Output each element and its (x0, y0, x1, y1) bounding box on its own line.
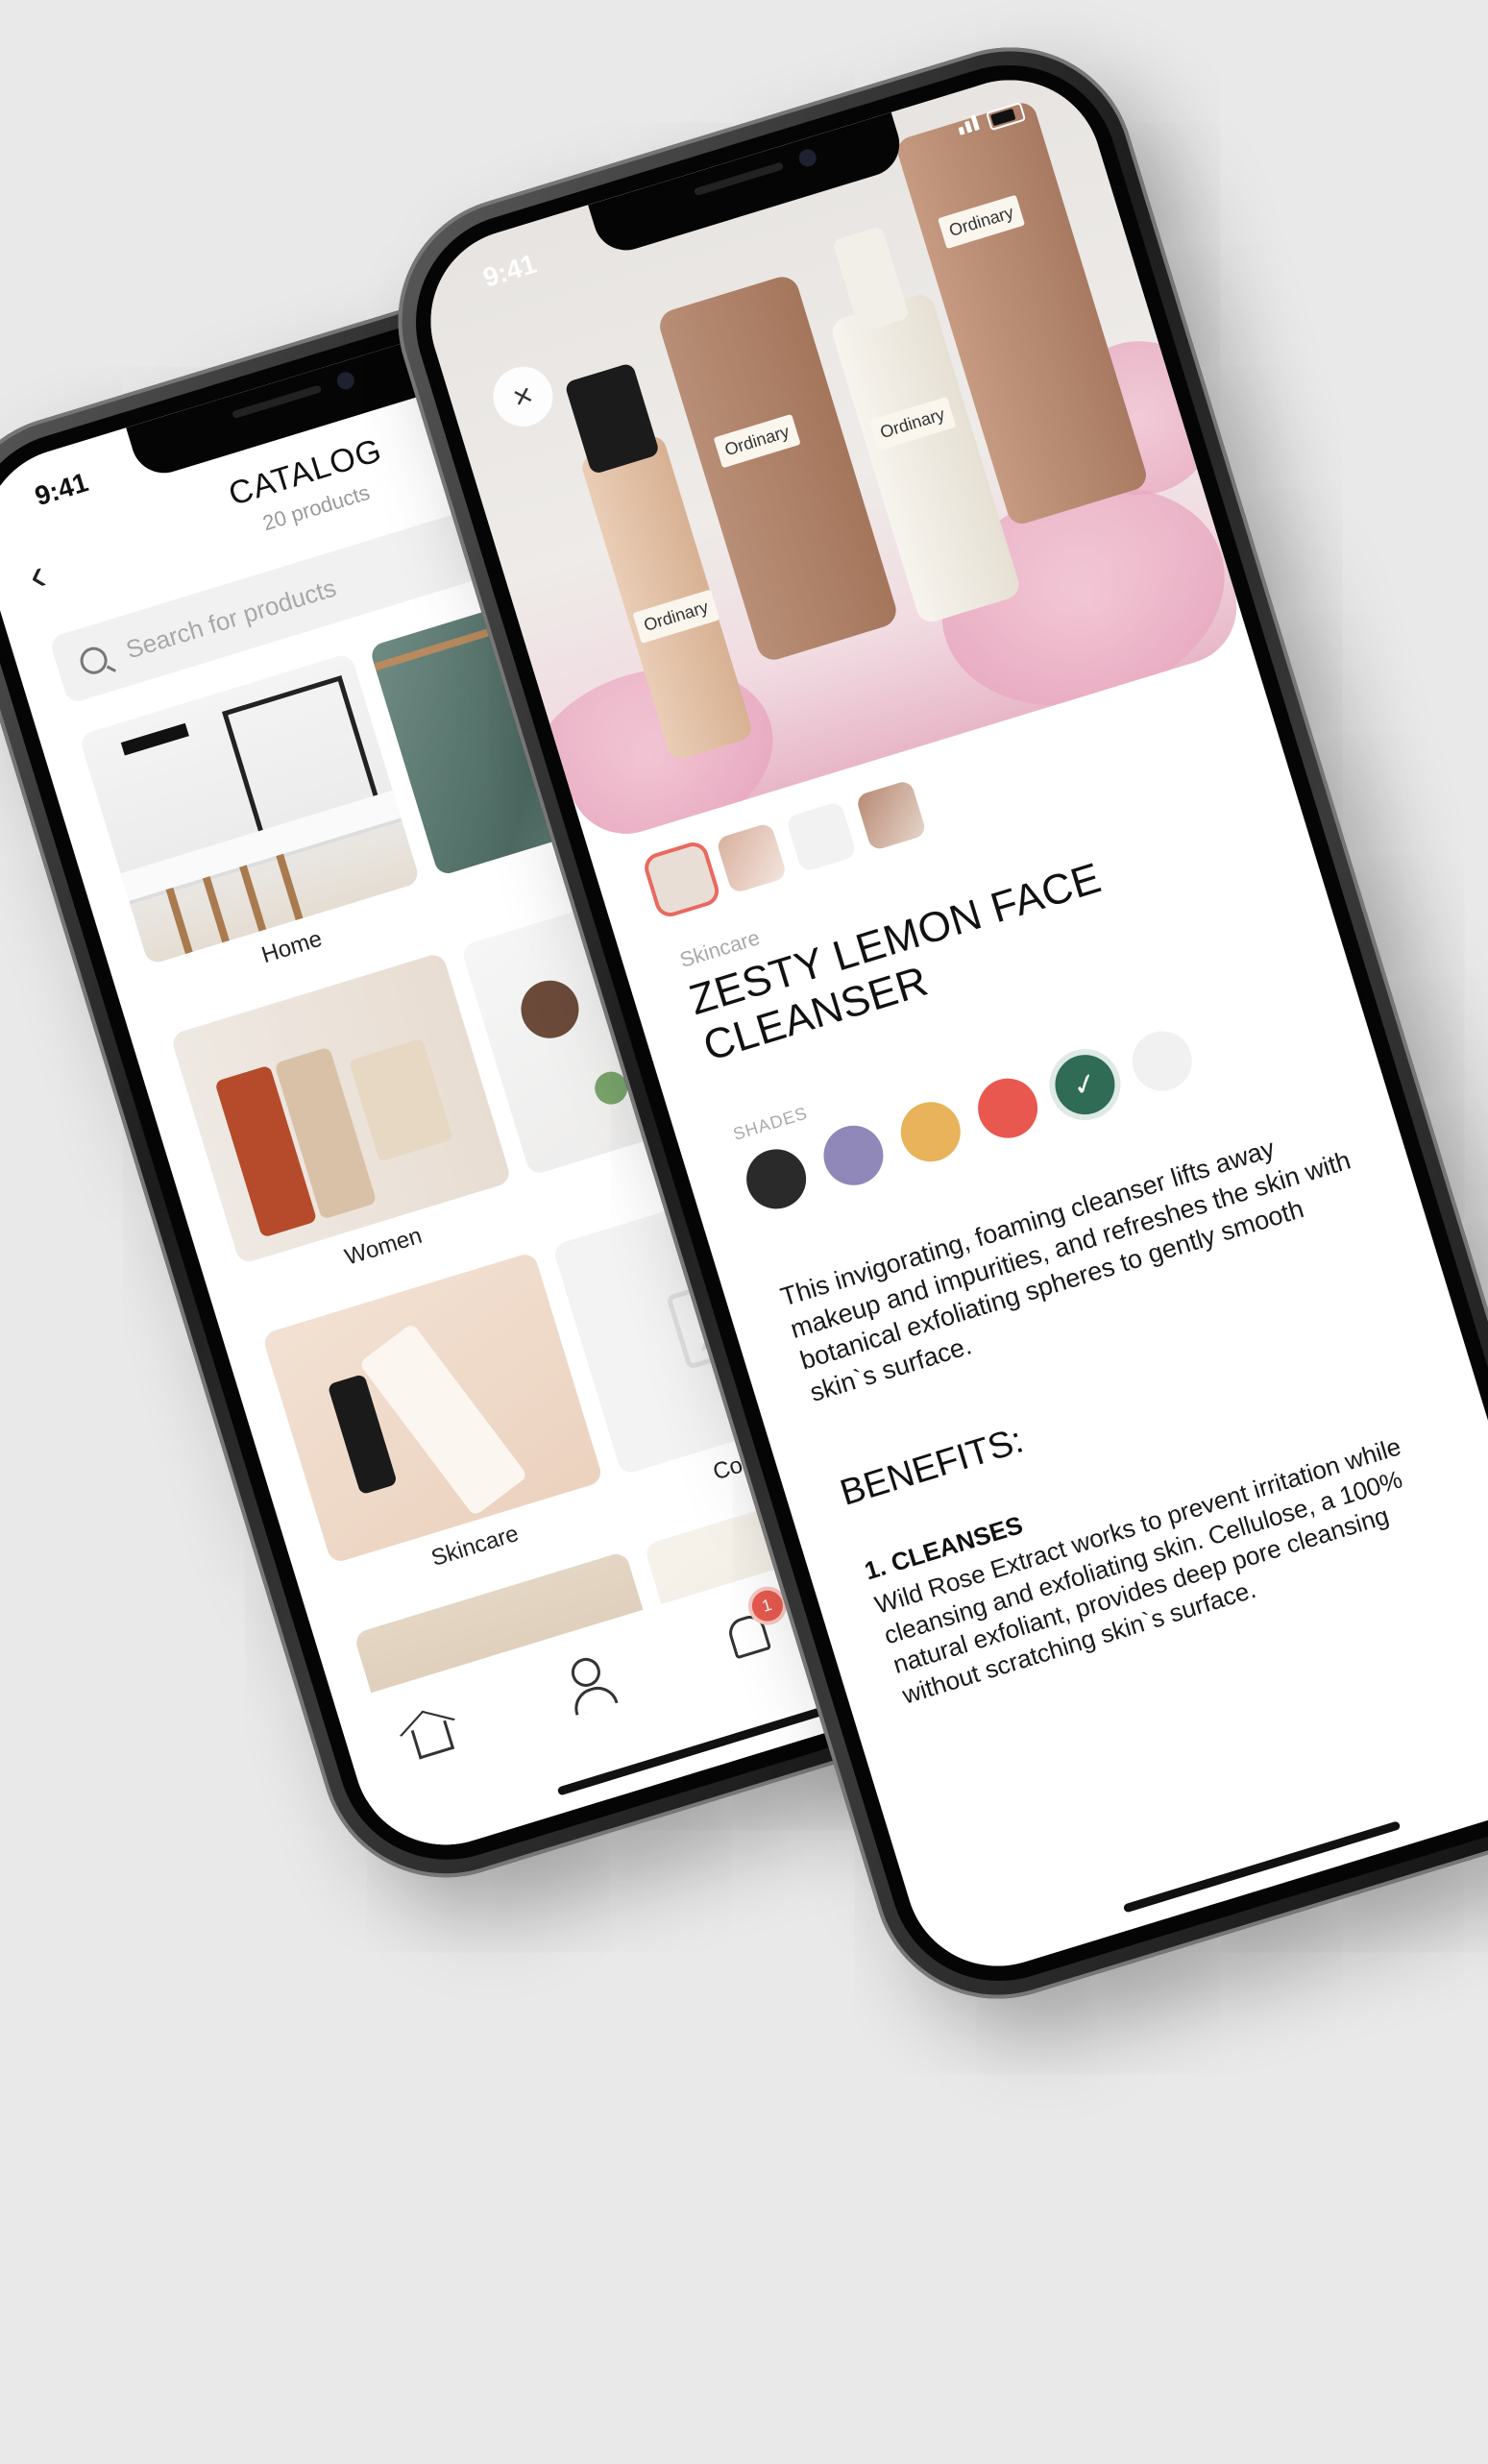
benefits-heading: BENEFITS: (835, 1420, 1029, 1514)
shade-swatch[interactable] (1125, 1023, 1200, 1099)
home-icon (410, 1720, 454, 1760)
tab-home[interactable] (394, 1697, 466, 1769)
shade-swatch-selected[interactable]: ✓ (1047, 1047, 1123, 1122)
thumbnail-2[interactable] (715, 821, 788, 894)
mockup-scene: 9:41 ‹ CATALOG 20 products Search for pr… (0, 0, 1488, 2464)
shade-swatch[interactable] (739, 1141, 814, 1217)
thumbnail-4[interactable] (855, 779, 928, 852)
shade-swatch[interactable] (970, 1070, 1045, 1146)
shade-swatch[interactable] (816, 1118, 891, 1193)
shade-swatch[interactable] (893, 1094, 968, 1169)
category-card-women[interactable]: Women (170, 951, 526, 1310)
check-icon: ✓ (1068, 1065, 1102, 1104)
shades-label: SHADES (730, 1103, 811, 1144)
search-icon (77, 644, 111, 678)
thumbnail-3[interactable] (785, 800, 858, 873)
thumbnail-1[interactable] (646, 843, 719, 915)
tab-notifications[interactable]: 1 (712, 1586, 787, 1671)
status-time: 9:41 (31, 467, 92, 512)
tab-profile[interactable] (553, 1648, 625, 1720)
category-card-home[interactable]: Home (78, 652, 435, 1011)
category-card-skincare[interactable]: Skincare (261, 1251, 618, 1610)
close-icon: × (508, 376, 538, 417)
